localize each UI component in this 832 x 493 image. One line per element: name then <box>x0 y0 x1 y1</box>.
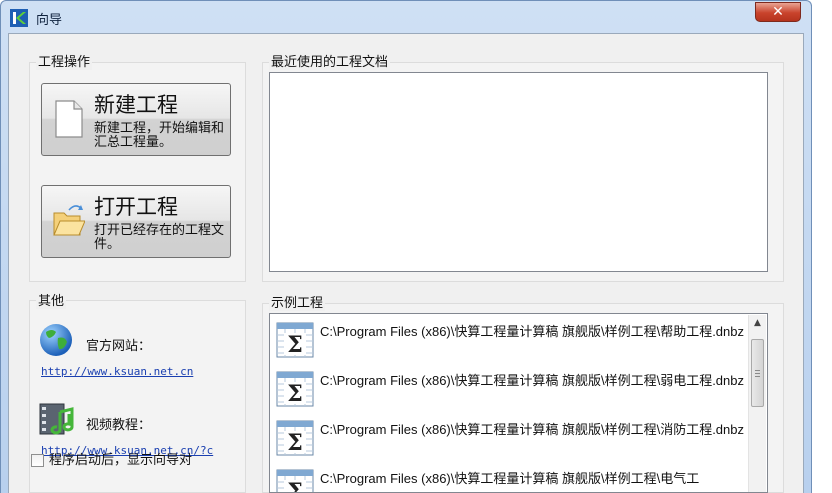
open-project-button[interactable]: 打开工程 打开已经存在的工程文件。 <box>41 185 231 258</box>
vertical-scrollbar[interactable]: ▲ <box>748 315 766 492</box>
example-path: C:\Program Files (x86)\快算工程量计算稿 旗舰版\样例工程… <box>320 422 744 437</box>
svg-text:Σ: Σ <box>287 332 303 358</box>
grip-line <box>755 376 760 377</box>
new-project-button[interactable]: 新建工程 新建工程，开始编辑和汇总工程量。 <box>41 83 231 156</box>
video-label: 视频教程： <box>86 418 152 433</box>
example-path: C:\Program Files (x86)\快算工程量计算稿 旗舰版\样例工程… <box>320 471 700 486</box>
show-wizard-checkbox-label: 程序启动后，显示向导对 <box>49 453 193 468</box>
show-wizard-checkbox[interactable] <box>31 454 44 467</box>
example-path: C:\Program Files (x86)\快算工程量计算稿 旗舰版\样例工程… <box>320 373 744 388</box>
website-link[interactable]: http://www.ksuan.net.cn <box>41 365 193 378</box>
globe-icon <box>40 324 72 356</box>
document-icon <box>55 100 83 138</box>
app-logo-icon <box>10 9 28 27</box>
window-title: 向导 <box>36 13 63 28</box>
spreadsheet-sum-icon: Σ <box>276 469 314 493</box>
project-ops-label: 工程操作 <box>36 51 93 70</box>
close-button[interactable]: ✕ <box>755 2 801 22</box>
svg-text:Σ: Σ <box>287 430 303 456</box>
list-item[interactable]: Σ C:\Program Files (x86)\快算工程量计算稿 旗舰版\样例… <box>276 320 746 368</box>
scroll-up-arrow-icon[interactable]: ▲ <box>749 315 766 332</box>
folder-open-icon <box>53 205 85 236</box>
title-bar: 向导 ✕ <box>1 1 811 33</box>
open-project-desc: 打开已经存在的工程文件。 <box>94 223 225 252</box>
example-projects-list[interactable]: Σ C:\Program Files (x86)\快算工程量计算稿 旗舰版\样例… <box>269 313 768 493</box>
website-label: 官方网站： <box>86 339 152 354</box>
recent-documents-list[interactable] <box>269 72 768 272</box>
spreadsheet-sum-icon: Σ <box>276 371 314 407</box>
grip-line <box>755 373 760 374</box>
spreadsheet-sum-icon: Σ <box>276 322 314 358</box>
recent-label: 最近使用的工程文档 <box>269 51 391 70</box>
svg-text:Σ: Σ <box>287 479 303 493</box>
list-item[interactable]: Σ C:\Program Files (x86)\快算工程量计算稿 旗舰版\样例… <box>276 369 746 417</box>
scrollbar-thumb[interactable] <box>751 339 764 407</box>
examples-label: 示例工程 <box>269 292 326 311</box>
video-tutorial-icon <box>39 403 74 435</box>
list-item[interactable]: Σ C:\Program Files (x86)\快算工程量计算稿 旗舰版\样例… <box>276 418 746 466</box>
other-label: 其他 <box>36 290 67 309</box>
new-project-title: 新建工程 <box>94 93 178 117</box>
list-item[interactable]: Σ C:\Program Files (x86)\快算工程量计算稿 旗舰版\样例… <box>276 467 746 493</box>
spreadsheet-sum-icon: Σ <box>276 420 314 456</box>
new-project-desc: 新建工程，开始编辑和汇总工程量。 <box>94 121 225 150</box>
open-project-title: 打开工程 <box>94 195 178 219</box>
grip-line <box>755 370 760 371</box>
svg-text:Σ: Σ <box>287 381 303 407</box>
example-path: C:\Program Files (x86)\快算工程量计算稿 旗舰版\样例工程… <box>320 324 744 339</box>
